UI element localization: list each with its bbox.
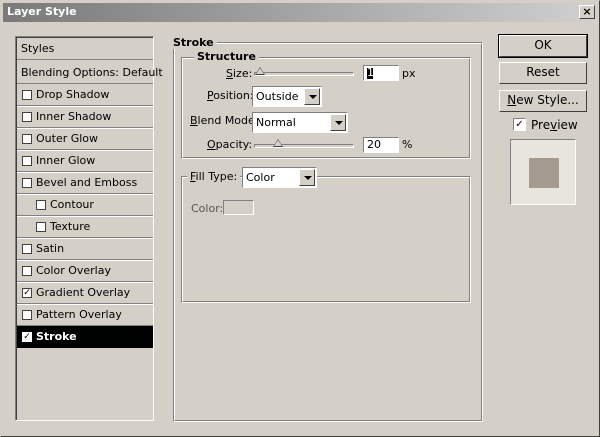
preview-label: Preview xyxy=(531,118,578,132)
style-item-label: Bevel and Emboss xyxy=(36,176,138,189)
style-checkbox[interactable]: ✓ xyxy=(22,332,32,342)
opacity-value: 20 xyxy=(367,138,381,151)
style-item-label: Satin xyxy=(36,242,65,255)
style-checkbox[interactable] xyxy=(36,222,46,232)
opacity-slider-thumb[interactable] xyxy=(272,139,283,147)
style-item-label: Contour xyxy=(50,198,94,211)
color-label: Color: xyxy=(191,202,224,215)
size-unit: px xyxy=(402,67,416,80)
style-checkbox[interactable] xyxy=(22,244,32,254)
style-checkbox[interactable] xyxy=(22,90,32,100)
style-item-label: Drop Shadow xyxy=(36,88,110,101)
size-slider[interactable] xyxy=(254,67,354,76)
blend-mode-label: Blend Mode: xyxy=(190,114,259,127)
title-bar[interactable]: Layer Style × xyxy=(3,3,598,22)
chevron-down-icon[interactable] xyxy=(299,169,315,186)
style-item-label: Outer Glow xyxy=(36,132,99,145)
styles-list: Styles Blending Options: Default Drop Sh… xyxy=(15,36,163,421)
style-item-label: Gradient Overlay xyxy=(36,286,131,299)
styles-header[interactable]: Styles xyxy=(17,38,153,60)
window-title: Layer Style xyxy=(7,5,77,18)
fill-type-select[interactable]: Color xyxy=(242,167,317,188)
style-item-texture[interactable]: Texture xyxy=(17,216,153,238)
blending-options-label: Blending Options: Default xyxy=(21,66,163,79)
blending-options-item[interactable]: Blending Options: Default xyxy=(17,62,163,84)
opacity-input[interactable]: 20 xyxy=(363,137,399,153)
stroke-group-title: Stroke xyxy=(170,36,217,49)
style-item-contour[interactable]: Contour xyxy=(17,194,153,216)
blend-mode-select[interactable]: Normal xyxy=(252,112,348,133)
preview-checkbox[interactable]: ✓ xyxy=(513,118,526,131)
ok-button[interactable]: OK xyxy=(498,34,588,58)
style-item-label: Pattern Overlay xyxy=(36,308,122,321)
style-item-satin[interactable]: Satin xyxy=(17,238,153,260)
style-item-label: Inner Glow xyxy=(36,154,96,167)
reset-button[interactable]: Reset xyxy=(499,62,587,84)
style-item-color-overlay[interactable]: Color Overlay xyxy=(17,260,153,282)
fill-type-label: Fill Type: xyxy=(187,170,241,183)
style-checkbox[interactable] xyxy=(22,156,32,166)
style-item-label: Color Overlay xyxy=(36,264,111,277)
chevron-down-icon[interactable] xyxy=(304,88,320,105)
style-checkbox[interactable] xyxy=(36,200,46,210)
opacity-label: Opacity: xyxy=(207,138,253,151)
size-input[interactable]: 1 xyxy=(363,65,399,81)
stroke-color-swatch[interactable] xyxy=(223,200,254,215)
blend-mode-value: Normal xyxy=(256,116,296,129)
style-item-outer-glow[interactable]: Outer Glow xyxy=(17,128,153,150)
preview-box xyxy=(510,139,576,205)
style-item-pattern-overlay[interactable]: Pattern Overlay xyxy=(17,304,153,326)
size-value: 1 xyxy=(367,66,374,79)
layer-style-dialog: Layer Style × Styles Blending Options: D… xyxy=(0,0,600,437)
fill-type-group xyxy=(181,176,471,303)
style-item-bevel-and-emboss[interactable]: Bevel and Emboss xyxy=(17,172,153,194)
style-checkbox[interactable] xyxy=(22,310,32,320)
style-item-label: Texture xyxy=(50,220,91,233)
structure-group-title: Structure xyxy=(194,50,259,63)
size-label: Size: xyxy=(226,67,253,80)
position-value: Outside xyxy=(256,90,299,103)
style-item-label: Inner Shadow xyxy=(36,110,112,123)
chevron-down-icon[interactable] xyxy=(330,114,346,131)
preview-swatch xyxy=(529,158,559,188)
styles-header-label: Styles xyxy=(21,42,55,55)
style-checkbox[interactable] xyxy=(22,266,32,276)
style-item-gradient-overlay[interactable]: ✓ Gradient Overlay xyxy=(17,282,153,304)
style-item-stroke[interactable]: ✓ Stroke xyxy=(17,326,153,348)
opacity-slider[interactable] xyxy=(254,139,354,148)
style-checkbox[interactable] xyxy=(22,178,32,188)
position-select[interactable]: Outside xyxy=(252,86,322,107)
close-button[interactable]: × xyxy=(579,5,595,19)
style-checkbox[interactable] xyxy=(22,112,32,122)
style-checkbox[interactable]: ✓ xyxy=(22,288,32,298)
style-item-label: Stroke xyxy=(36,330,77,343)
size-slider-thumb[interactable] xyxy=(255,67,265,75)
opacity-unit: % xyxy=(402,138,413,151)
style-item-inner-shadow[interactable]: Inner Shadow xyxy=(17,106,153,128)
position-label: Position: xyxy=(207,89,254,102)
fill-type-value: Color xyxy=(246,171,275,184)
style-checkbox[interactable] xyxy=(22,134,32,144)
style-item-inner-glow[interactable]: Inner Glow xyxy=(17,150,153,172)
new-style-button[interactable]: New Style... xyxy=(499,90,587,112)
style-item-drop-shadow[interactable]: Drop Shadow xyxy=(17,84,153,106)
